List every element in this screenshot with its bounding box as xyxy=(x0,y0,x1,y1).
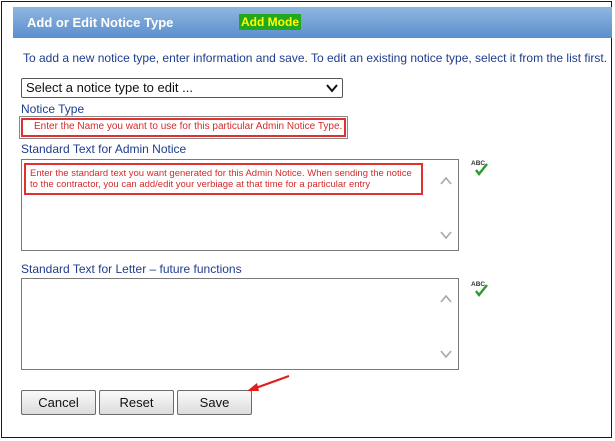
notice-type-select[interactable]: Select a notice type to edit ... xyxy=(21,78,343,98)
letter-text-label: Standard Text for Letter – future functi… xyxy=(21,262,242,276)
admin-notice-hint: Enter the standard text you want generat… xyxy=(30,168,412,190)
notice-type-hint: Enter the Name you want to use for this … xyxy=(34,121,343,132)
notice-type-input[interactable]: Enter the Name you want to use for this … xyxy=(19,116,348,139)
intro-text: To add a new notice type, enter informat… xyxy=(23,51,608,65)
scroll-down-icon[interactable] xyxy=(440,230,452,240)
spellcheck-icon[interactable]: ABC xyxy=(470,279,490,297)
cancel-button[interactable]: Cancel xyxy=(21,390,96,415)
dialog-header: Add or Edit Notice Type Add Mode xyxy=(13,7,612,38)
spellcheck-icon[interactable]: ABC xyxy=(470,158,490,176)
letter-textarea[interactable] xyxy=(21,278,459,370)
mode-badge: Add Mode xyxy=(239,14,301,30)
annotation-highlight-box: Enter the standard text you want generat… xyxy=(24,163,423,195)
annotation-arrow-icon xyxy=(247,374,290,391)
spellcheck-icon-text: ABC xyxy=(471,160,485,167)
reset-button[interactable]: Reset xyxy=(99,390,174,415)
chevron-down-icon xyxy=(326,84,338,93)
save-button[interactable]: Save xyxy=(177,390,252,415)
scroll-up-icon[interactable] xyxy=(440,294,452,304)
admin-notice-label: Standard Text for Admin Notice xyxy=(21,142,187,156)
header-title: Add or Edit Notice Type xyxy=(27,15,174,30)
notice-type-label: Notice Type xyxy=(21,102,85,116)
spellcheck-icon-text: ABC xyxy=(471,281,485,288)
notice-type-select-value: Select a notice type to edit ... xyxy=(26,80,193,95)
scroll-down-icon[interactable] xyxy=(440,349,452,359)
admin-notice-textarea[interactable]: Enter the standard text you want generat… xyxy=(21,159,459,251)
scroll-up-icon[interactable] xyxy=(440,176,452,186)
